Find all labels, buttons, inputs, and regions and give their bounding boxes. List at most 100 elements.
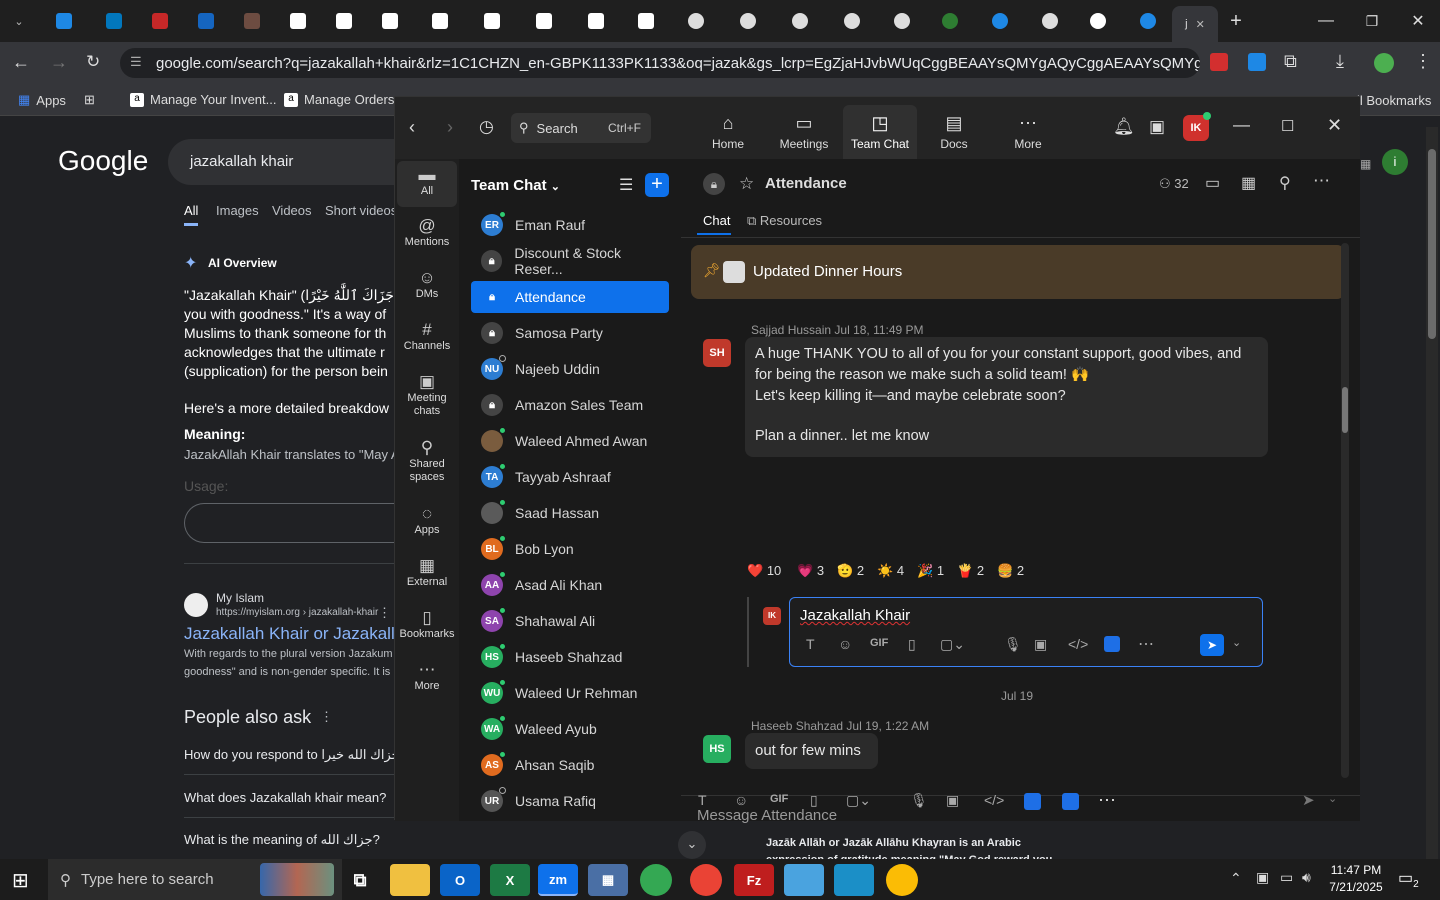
- extensions-puzzle-icon[interactable]: ⧉: [1284, 51, 1297, 72]
- reaction-chip[interactable]: 🫡 2: [837, 563, 864, 579]
- excel-icon[interactable]: X: [490, 864, 530, 896]
- list-item[interactable]: 🔒︎ Attendance: [471, 281, 669, 313]
- network-icon[interactable]: ▭: [1280, 869, 1293, 886]
- close-window-icon[interactable]: ✕: [1398, 6, 1438, 36]
- screenshot-icon[interactable]: ▢⌄: [846, 792, 871, 809]
- browser-tab[interactable]: [930, 6, 974, 36]
- browser-tab[interactable]: [728, 6, 772, 36]
- chrome-icon[interactable]: [690, 864, 722, 896]
- browser-tab[interactable]: [1078, 6, 1122, 36]
- windows-start-icon[interactable]: ⊞: [12, 868, 29, 893]
- reaction-chip[interactable]: 💗 3: [797, 563, 824, 579]
- list-item[interactable]: UR Usama Rafiq: [471, 785, 669, 817]
- tab-videos[interactable]: Videos: [272, 203, 312, 218]
- profile-avatar[interactable]: [1374, 53, 1394, 73]
- code-icon[interactable]: </>: [1068, 636, 1088, 652]
- list-item[interactable]: 🔒︎ Samosa Party: [471, 317, 669, 349]
- avatar[interactable]: SH: [703, 339, 731, 367]
- browser-tab[interactable]: [524, 6, 568, 36]
- reaction-chip[interactable]: ❤️ 10: [747, 563, 781, 579]
- video-camera-icon[interactable]: ▭: [1205, 173, 1220, 193]
- sidebar-item-mentions[interactable]: @ Mentions: [397, 217, 457, 249]
- file-icon[interactable]: ▯: [810, 792, 818, 809]
- app-icon[interactable]: [834, 864, 874, 896]
- list-item[interactable]: BL Bob Lyon: [471, 533, 669, 565]
- list-item[interactable]: Waleed Ahmed Awan: [471, 425, 669, 457]
- tab-images[interactable]: Images: [216, 203, 259, 218]
- code-icon[interactable]: </>: [984, 792, 1004, 808]
- calendar-icon[interactable]: ▣: [1149, 117, 1165, 137]
- file-icon[interactable]: ▯: [908, 636, 916, 653]
- member-count[interactable]: ⚇ 32: [1159, 176, 1189, 192]
- video-message-icon[interactable]: ▣: [946, 792, 959, 809]
- browser-tab[interactable]: [324, 6, 368, 36]
- google-search-input[interactable]: jazakallah khair: [168, 139, 398, 185]
- tab-chat[interactable]: Chat: [703, 213, 730, 228]
- sidebar-item-all[interactable]: ▬ All: [397, 161, 457, 207]
- list-item[interactable]: 🔒︎ Amazon Sales Team: [471, 389, 669, 421]
- back-icon[interactable]: ‹: [409, 117, 415, 138]
- browser-tab[interactable]: [882, 6, 926, 36]
- bookmark-apps[interactable]: ▦ Apps: [18, 92, 66, 108]
- taskbar-clock[interactable]: 11:47 PM 7/21/2025: [1328, 862, 1384, 896]
- browser-tab[interactable]: [278, 6, 322, 36]
- back-icon[interactable]: ←: [12, 52, 30, 73]
- active-browser-tab[interactable]: j ✕: [1172, 6, 1218, 42]
- author-name[interactable]: Haseeb Shahzad: [751, 719, 843, 733]
- sidebar-item-bookmarks[interactable]: ▯ Bookmarks: [397, 609, 457, 641]
- list-item[interactable]: AA Asad Ali Khan: [471, 569, 669, 601]
- format-text-icon[interactable]: T: [698, 792, 707, 808]
- format-text-icon[interactable]: T: [806, 636, 815, 652]
- paa-question[interactable]: What does Jazakallah khair mean?: [184, 790, 386, 805]
- outlook-icon[interactable]: O: [440, 864, 480, 896]
- result-url[interactable]: https://myislam.org › jazakallah-khair: [216, 607, 378, 618]
- emoji-icon[interactable]: ☺: [734, 792, 748, 808]
- site-info-icon[interactable]: ☰: [130, 54, 142, 70]
- chevron-up-icon[interactable]: ⌃: [1230, 870, 1242, 887]
- volume-icon[interactable]: 🔊︎: [1302, 869, 1311, 886]
- tab-groups-icon[interactable]: ⊞: [84, 92, 95, 108]
- result-title-link[interactable]: Jazakallah Khair or Jazakalla: [184, 624, 404, 644]
- calculator-icon[interactable]: ▦: [588, 864, 628, 896]
- sidebar-item-dms[interactable]: ☺ DMs: [397, 269, 457, 301]
- tab-meetings[interactable]: ▭ Meetings: [769, 113, 839, 151]
- page-scrollbar[interactable]: [1426, 127, 1438, 859]
- calendar-icon[interactable]: ▦: [1241, 173, 1256, 193]
- close-icon[interactable]: ✕: [1196, 18, 1205, 31]
- minimize-icon[interactable]: —: [1233, 115, 1250, 135]
- show-more-button[interactable]: [184, 503, 394, 543]
- gif-icon[interactable]: GIF: [870, 637, 888, 649]
- chrome-icon[interactable]: [640, 864, 672, 896]
- list-item[interactable]: NU Najeeb Uddin: [471, 353, 669, 385]
- list-item[interactable]: WA Waleed Ayub: [471, 713, 669, 745]
- maximize-icon[interactable]: ☐: [1281, 117, 1294, 135]
- message-bubble[interactable]: A huge THANK YOU to all of you for your …: [745, 337, 1268, 457]
- scrollbar-thumb[interactable]: [1428, 149, 1436, 339]
- close-window-icon[interactable]: ✕: [1327, 115, 1342, 136]
- restore-icon[interactable]: ❐: [1352, 6, 1392, 36]
- browser-tab[interactable]: [370, 6, 414, 36]
- minimize-icon[interactable]: —: [1306, 6, 1346, 36]
- download-icon[interactable]: ⤓: [1336, 51, 1344, 72]
- browser-tab[interactable]: [94, 6, 138, 36]
- zoom-app-icon[interactable]: [1024, 793, 1041, 810]
- list-item[interactable]: 🔒︎ Discount & Stock Reser...: [471, 245, 669, 277]
- browser-tab[interactable]: [140, 6, 184, 36]
- pinned-message-banner[interactable]: 📌︎ Updated Dinner Hours: [691, 245, 1345, 299]
- list-item[interactable]: HS Haseeb Shahzad: [471, 641, 669, 673]
- browser-tab[interactable]: [1128, 6, 1172, 36]
- microphone-icon[interactable]: 🎙︎: [910, 792, 928, 809]
- history-icon[interactable]: ◷: [479, 117, 494, 137]
- reaction-chip[interactable]: 🍟 2: [957, 563, 984, 579]
- tab-docs[interactable]: ▤ Docs: [919, 113, 989, 151]
- reaction-chip[interactable]: 🍔 2: [997, 563, 1024, 579]
- reply-input-text[interactable]: Jazakallah Khair: [800, 607, 910, 624]
- emoji-icon[interactable]: ☺: [838, 636, 852, 652]
- sidebar-item-more[interactable]: ⋯ More: [397, 661, 457, 693]
- tab-short-videos[interactable]: Short videos: [325, 203, 397, 218]
- scrollbar-thumb[interactable]: [1342, 387, 1348, 433]
- paa-question[interactable]: How do you respond to جزاك الله خيرا?: [184, 747, 407, 763]
- new-tab-button[interactable]: +: [1222, 6, 1250, 36]
- list-item[interactable]: AS Ahsan Saqib: [471, 749, 669, 781]
- apps-grid-icon[interactable]: ▦: [1360, 157, 1371, 171]
